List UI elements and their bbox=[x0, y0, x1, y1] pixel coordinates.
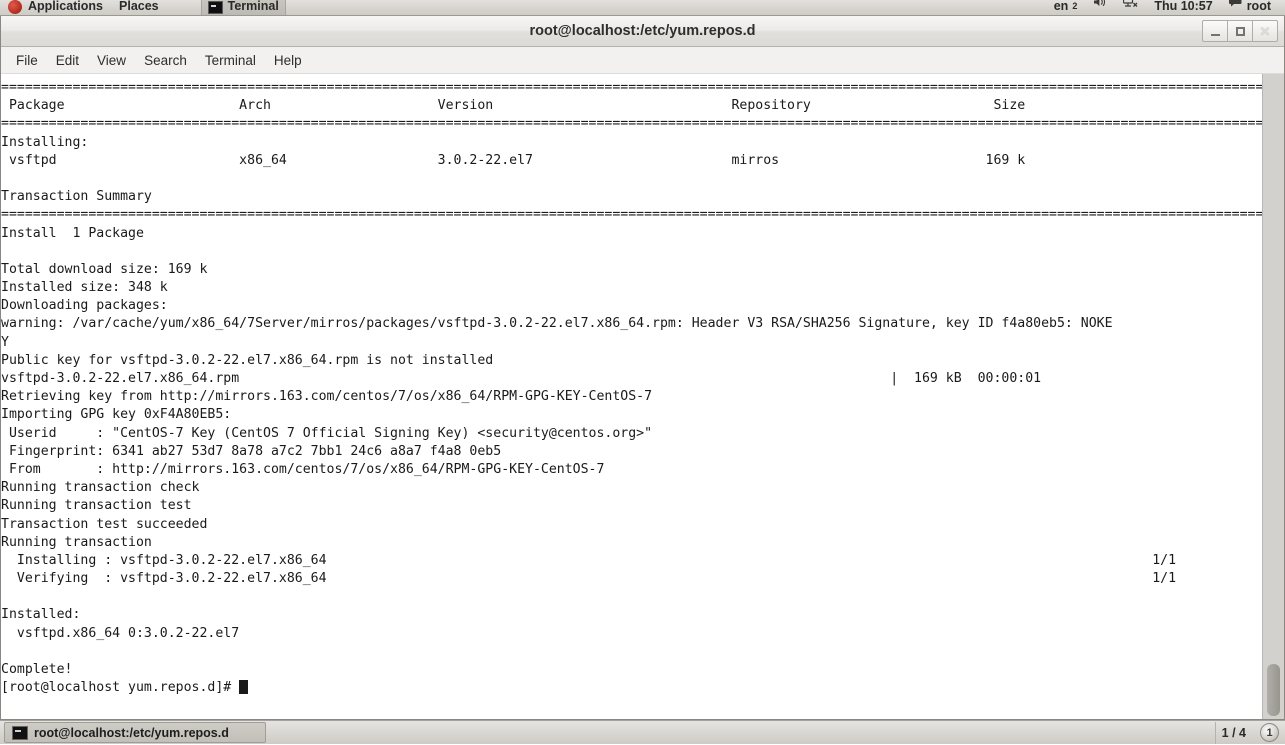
workspace-indicator-icon[interactable]: 1 bbox=[1260, 723, 1279, 742]
terminal-line: Retrieving key from http://mirrors.163.c… bbox=[1, 388, 1263, 406]
page-title: root@localhost:/etc/yum.repos.d bbox=[529, 23, 755, 39]
terminal-line: Public key for vsftpd-3.0.2-22.el7.x86_6… bbox=[1, 352, 1263, 370]
terminal-line: Y bbox=[1, 334, 1263, 352]
close-button[interactable]: ✕ bbox=[1252, 20, 1278, 42]
terminal-output-area[interactable]: ========================================… bbox=[1, 74, 1284, 719]
terminal-line: vsftpd-3.0.2-22.el7.x86_64.rpm | 169 kB … bbox=[1, 370, 1263, 388]
terminal-line bbox=[1, 170, 1263, 188]
scrollbar-thumb[interactable] bbox=[1267, 664, 1280, 716]
menu-item-terminal[interactable]: Terminal bbox=[196, 50, 265, 71]
menu-item-edit[interactable]: Edit bbox=[47, 50, 88, 71]
keyboard-layout-label: en bbox=[1054, 0, 1069, 15]
terminal-line: From : http://mirrors.163.com/centos/7/o… bbox=[1, 461, 1263, 479]
terminal-line: Verifying : vsftpd-3.0.2-22.el7.x86_64 1… bbox=[1, 570, 1263, 588]
maximize-icon bbox=[1236, 27, 1245, 36]
top-panel-left: Applications Places Terminal bbox=[0, 0, 286, 15]
terminal-line bbox=[1, 588, 1263, 606]
volume-indicator[interactable] bbox=[1085, 0, 1115, 15]
keyboard-layout-indicator[interactable]: en2 bbox=[1046, 0, 1086, 15]
terminal-prompt-line: [root@localhost yum.repos.d]# bbox=[1, 679, 1263, 697]
gnome-top-panel: Applications Places Terminal en2 Thu 10:… bbox=[0, 0, 1285, 16]
places-menu[interactable]: Places bbox=[111, 0, 167, 15]
user-menu-label: root bbox=[1247, 0, 1271, 15]
network-disconnected-icon bbox=[1123, 0, 1138, 13]
terminal-line: Complete! bbox=[1, 661, 1263, 679]
minimize-icon bbox=[1211, 34, 1220, 36]
window-list-item-label: Terminal bbox=[228, 0, 279, 15]
terminal-window: root@localhost:/etc/yum.repos.d ✕ File E… bbox=[0, 16, 1285, 720]
keyboard-layout-index: 2 bbox=[1072, 0, 1077, 15]
taskbar-right: 1 / 4 1 bbox=[1215, 721, 1283, 745]
terminal-cursor bbox=[239, 680, 248, 694]
terminal-line: Install 1 Package bbox=[1, 225, 1263, 243]
workspace-switcher[interactable]: 1 / 4 bbox=[1215, 722, 1252, 744]
maximize-button[interactable] bbox=[1227, 20, 1253, 42]
terminal-line: vsftpd.x86_64 0:3.0.2-22.el7 bbox=[1, 625, 1263, 643]
terminal-line: Running transaction check bbox=[1, 479, 1263, 497]
user-session-icon bbox=[1229, 0, 1243, 13]
taskbar-item-label: root@localhost:/etc/yum.repos.d bbox=[34, 726, 229, 740]
menu-bar: File Edit View Search Terminal Help bbox=[1, 47, 1284, 74]
gnome-bottom-panel: root@localhost:/etc/yum.repos.d 1 / 4 1 bbox=[0, 720, 1285, 744]
terminal-line bbox=[1, 243, 1263, 261]
terminal-line: Package Arch Version Repository Size bbox=[1, 97, 1263, 115]
terminal-line: Installed: bbox=[1, 606, 1263, 624]
places-menu-label: Places bbox=[119, 0, 159, 15]
terminal-line: Fingerprint: 6341 ab27 53d7 8a78 a7c2 7b… bbox=[1, 443, 1263, 461]
centos-logo-icon bbox=[8, 0, 22, 14]
clock-label: Thu 10:57 bbox=[1154, 0, 1212, 15]
applications-menu[interactable]: Applications bbox=[0, 0, 111, 15]
applications-menu-label: Applications bbox=[28, 0, 103, 15]
terminal-prompt: [root@localhost yum.repos.d]# bbox=[1, 680, 239, 695]
terminal-icon bbox=[12, 726, 28, 740]
menu-item-file[interactable]: File bbox=[7, 50, 47, 71]
window-list-item-terminal[interactable]: Terminal bbox=[201, 0, 286, 15]
terminal-line: Running transaction bbox=[1, 534, 1263, 552]
terminal-line: Importing GPG key 0xF4A80EB5: bbox=[1, 406, 1263, 424]
window-controls: ✕ bbox=[1203, 20, 1278, 42]
terminal-line: Running transaction test bbox=[1, 497, 1263, 515]
terminal-line: ========================================… bbox=[1, 79, 1263, 97]
terminal-icon bbox=[208, 1, 223, 14]
terminal-line: vsftpd x86_64 3.0.2-22.el7 mirros 169 k bbox=[1, 152, 1263, 170]
top-panel-tray: en2 Thu 10:57 root bbox=[1046, 0, 1285, 15]
taskbar-item-terminal[interactable]: root@localhost:/etc/yum.repos.d bbox=[4, 722, 266, 743]
terminal-line: Installing: bbox=[1, 134, 1263, 152]
speaker-icon bbox=[1093, 0, 1107, 13]
terminal-line: Transaction test succeeded bbox=[1, 516, 1263, 534]
user-menu[interactable]: root bbox=[1221, 0, 1279, 15]
minimize-button[interactable] bbox=[1202, 20, 1228, 42]
terminal-line: Installed size: 348 k bbox=[1, 279, 1263, 297]
close-icon: ✕ bbox=[1260, 25, 1271, 38]
terminal-text: ========================================… bbox=[1, 79, 1263, 697]
menu-item-view[interactable]: View bbox=[88, 50, 135, 71]
terminal-line: ========================================… bbox=[1, 115, 1263, 133]
terminal-line: Downloading packages: bbox=[1, 297, 1263, 315]
menu-item-search[interactable]: Search bbox=[135, 50, 196, 71]
clock[interactable]: Thu 10:57 bbox=[1146, 0, 1220, 15]
terminal-line bbox=[1, 643, 1263, 661]
terminal-line: Transaction Summary bbox=[1, 188, 1263, 206]
terminal-line: Total download size: 169 k bbox=[1, 261, 1263, 279]
vertical-scrollbar[interactable] bbox=[1262, 74, 1284, 719]
terminal-line: Installing : vsftpd-3.0.2-22.el7.x86_64 … bbox=[1, 552, 1263, 570]
terminal-line: ========================================… bbox=[1, 206, 1263, 224]
window-title-bar[interactable]: root@localhost:/etc/yum.repos.d ✕ bbox=[1, 16, 1284, 47]
network-indicator[interactable] bbox=[1115, 0, 1146, 15]
terminal-line: warning: /var/cache/yum/x86_64/7Server/m… bbox=[1, 315, 1263, 333]
terminal-line: Userid : "CentOS-7 Key (CentOS 7 Officia… bbox=[1, 425, 1263, 443]
menu-item-help[interactable]: Help bbox=[265, 50, 311, 71]
